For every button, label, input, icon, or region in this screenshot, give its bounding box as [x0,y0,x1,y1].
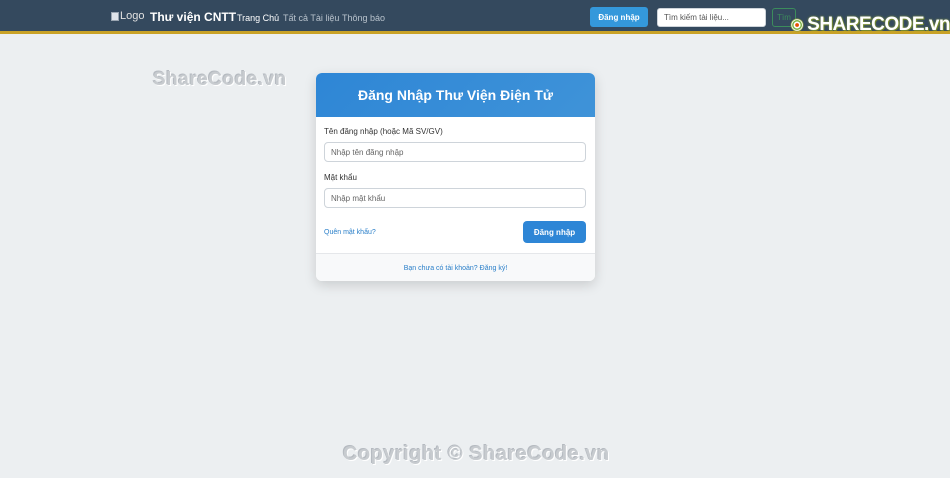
broken-image-icon [111,11,119,21]
sharecode-logo-text: SHARECODE.vn [807,14,950,35]
password-input[interactable] [324,188,586,208]
login-card: Đăng Nhập Thư Viện Điện Tử Tên đăng nhập… [316,73,595,281]
username-label: Tên đăng nhập (hoặc Mã SV/GV) [324,127,443,136]
login-card-footer: Bạn chưa có tài khoản? Đăng ký! [316,253,595,281]
watermark-top: ShareCode.vn [153,69,287,90]
watermark-bottom: Copyright © ShareCode.vn [343,443,610,465]
nav-link-home[interactable]: Trang Chủ [237,13,279,23]
sharecode-logo-icon [790,18,804,32]
password-label: Mật khẩu [324,173,357,182]
nav-link-all-documents[interactable]: Tất cả Tài liệu [283,13,339,23]
username-input[interactable] [324,142,586,162]
forgot-password-link[interactable]: Quên mật khẩu? [324,229,376,236]
search-input[interactable] [657,8,766,27]
login-submit-button[interactable]: Đăng nhập [523,221,586,243]
register-link[interactable]: Bạn chưa có tài khoản? Đăng ký! [404,265,508,272]
nav-link-notifications[interactable]: Thông báo [342,13,385,23]
navbar-login-button[interactable]: Đăng nhập [590,7,648,27]
sharecode-logo: SHARECODE.vn [790,8,950,42]
navbar: Logo Thư viện CNTT Trang Chủ Tất cả Tài … [0,0,950,35]
login-card-header: Đăng Nhập Thư Viện Điện Tử [316,73,595,117]
brand-name[interactable]: Thư viện CNTT [150,10,236,24]
login-title: Đăng Nhập Thư Viện Điện Tử [357,87,554,103]
logo-alt-text: Logo [120,10,145,22]
brand-logo[interactable]: Logo [111,10,144,22]
